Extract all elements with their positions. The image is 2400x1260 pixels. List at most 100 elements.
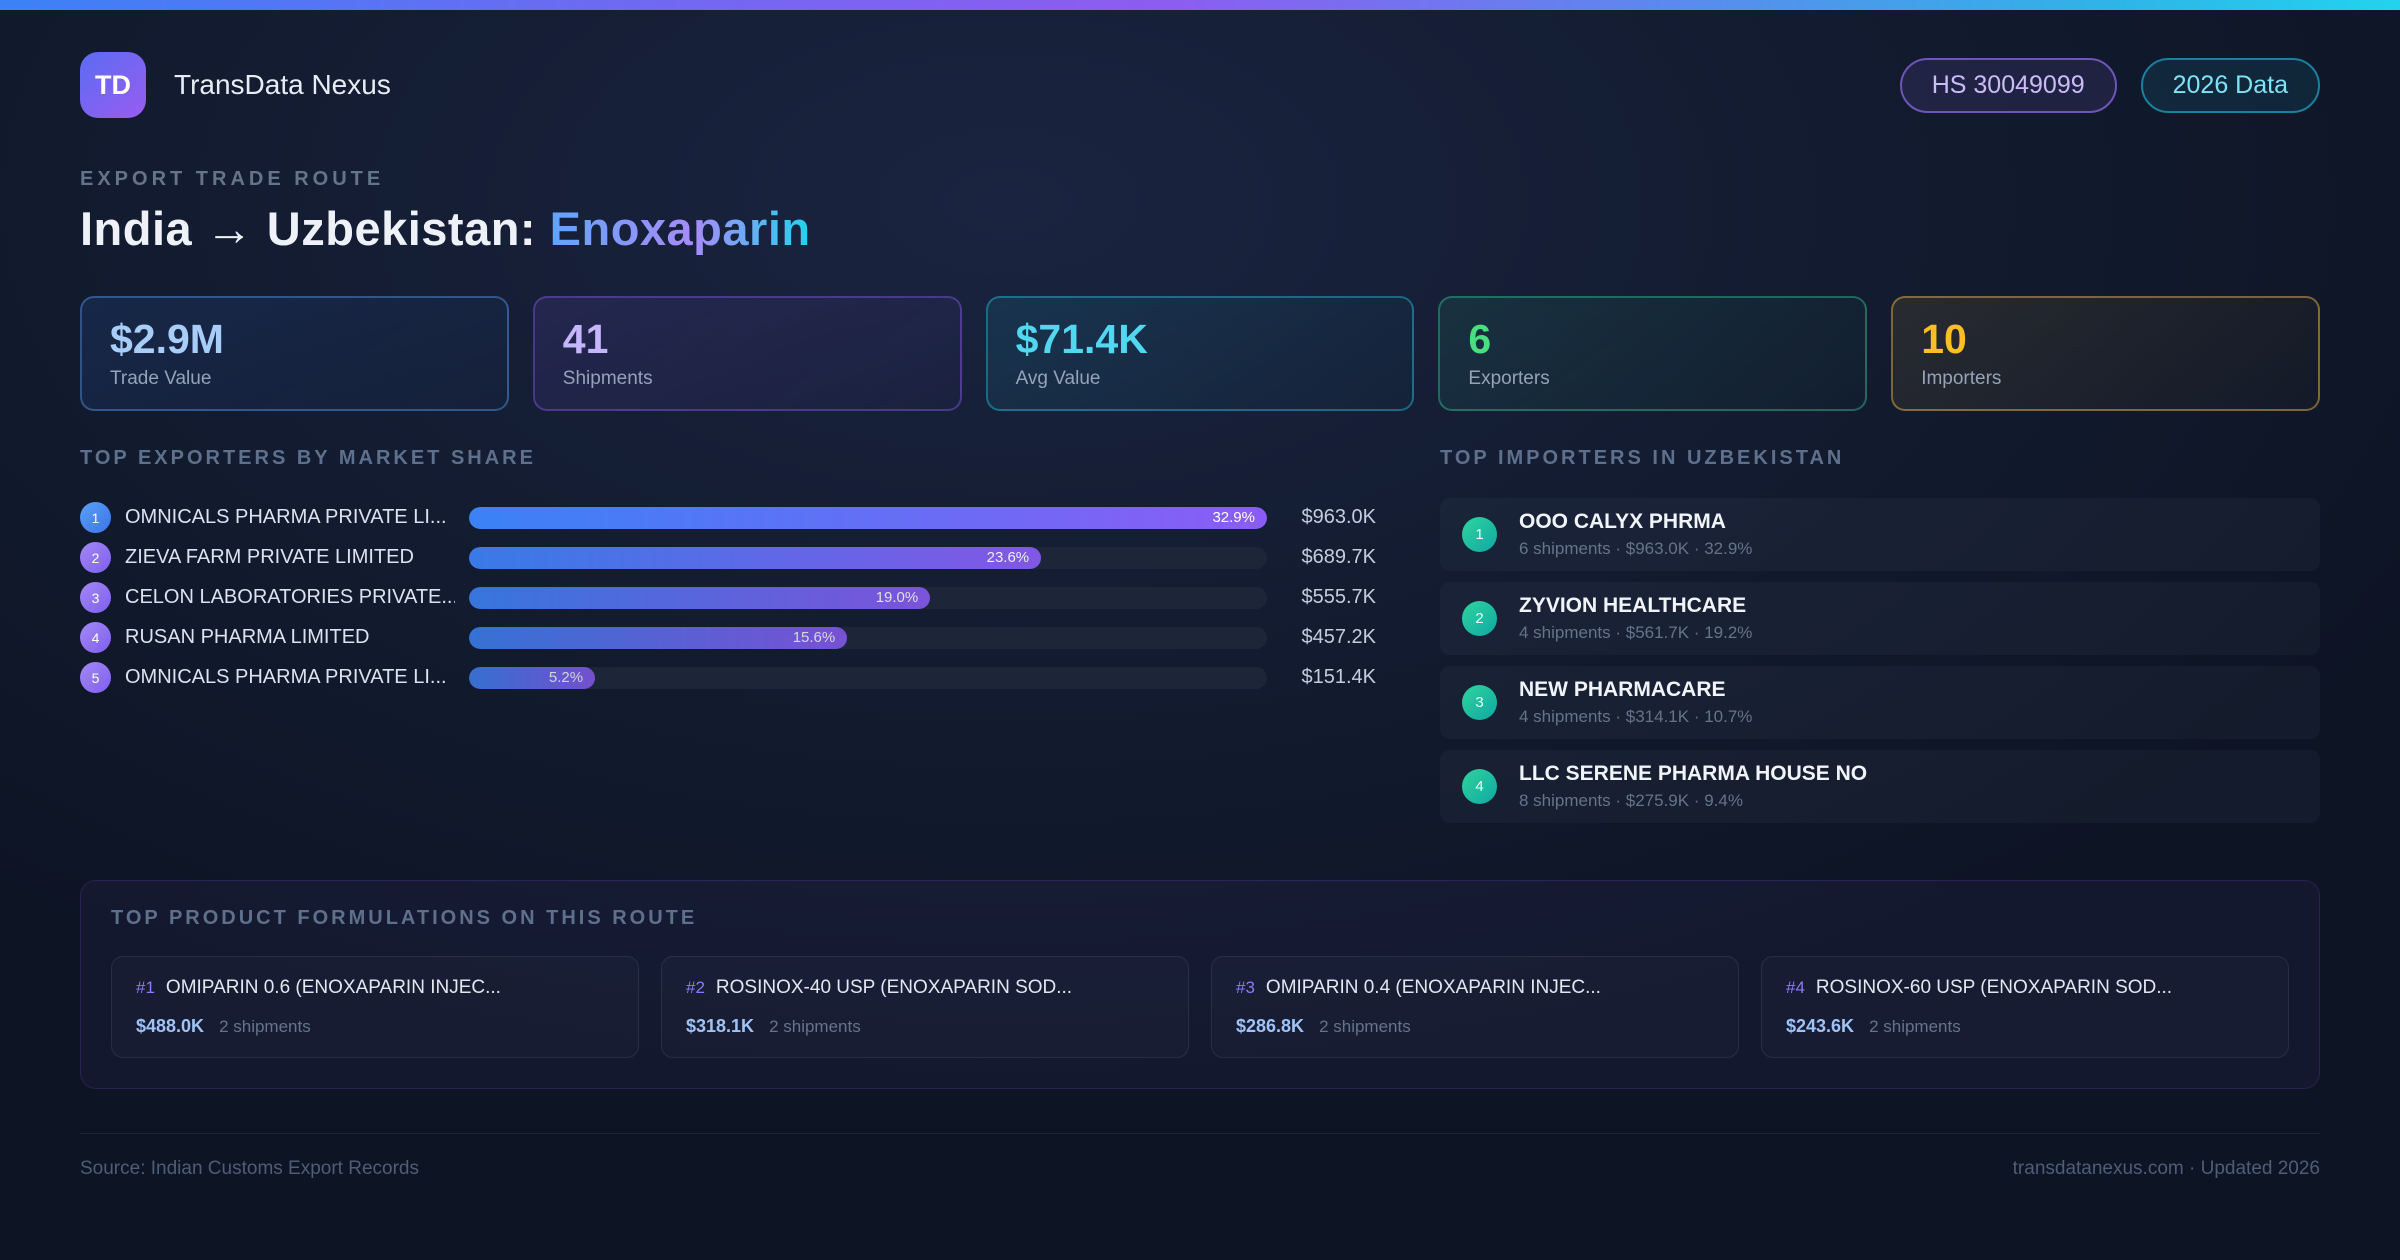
header-badges: HS 30049099 2026 Data: [1899, 57, 2320, 113]
exporter-name: RUSAN PHARMA LIMITED: [125, 626, 370, 649]
formulation-meta: $243.6K 2 shipments: [1786, 1016, 2264, 1037]
importer-card[interactable]: 1 OOO CALYX PHRMA 6 shipments · $963.0K …: [1440, 497, 2320, 571]
formulation-value: $318.1K: [686, 1015, 755, 1036]
importer-card[interactable]: 4 LLC SERENE PHARMA HOUSE NO 8 shipments…: [1440, 749, 2320, 823]
formulation-meta: $488.0K 2 shipments: [136, 1016, 614, 1037]
footer-site: transdatanexus.com · Updated 2026: [2012, 1157, 2320, 1179]
formulation-rank: #3: [1236, 977, 1255, 997]
formulation-shipments: 2 shipments: [1319, 1016, 1411, 1036]
formulation-name: ROSINOX-60 USP (ENOXAPARIN SOD...: [1815, 976, 2173, 998]
rank-badge: 3: [1462, 684, 1497, 720]
stat-card-shipments: 41 Shipments: [532, 296, 962, 411]
stat-card-importers: 10 Importers: [1891, 296, 2320, 411]
market-share-bar-track: 32.9%: [469, 506, 1267, 529]
eyebrow-label: EXPORT TRADE ROUTE: [80, 168, 385, 190]
market-share-percent: 15.6%: [792, 629, 836, 647]
stat-label: Exporters: [1468, 367, 1550, 389]
rank-badge: 4: [80, 622, 111, 654]
brand-home-link[interactable]: TD TransData Nexus: [80, 52, 391, 118]
exporter-row[interactable]: 1 OMNICALS PHARMA PRIVATE LI... 32.9% $9…: [80, 498, 1376, 538]
formulation-title: #1 OMIPARIN 0.6 (ENOXAPARIN INJEC...: [136, 977, 614, 999]
formulation-shipments: 2 shipments: [769, 1016, 861, 1036]
exporters-section: TOP EXPORTERS BY MARKET SHARE 1 OMNICALS…: [80, 447, 1376, 698]
formulation-card[interactable]: #3 OMIPARIN 0.4 (ENOXAPARIN INJEC... $286…: [1211, 955, 1739, 1058]
brand-name: TransData Nexus: [174, 69, 391, 100]
stat-label: Shipments: [562, 367, 653, 389]
rank-badge: 3: [80, 582, 111, 614]
market-share-percent: 23.6%: [986, 549, 1030, 567]
formulation-rank: #1: [136, 977, 155, 997]
importer-info: ZYVION HEALTHCARE 4 shipments · $561.7K …: [1519, 594, 1752, 643]
rank-badge: 2: [1462, 600, 1497, 636]
title-route: India → Uzbekistan:: [80, 202, 550, 255]
importer-info: LLC SERENE PHARMA HOUSE NO 8 shipments ·…: [1519, 762, 1867, 811]
brand-logo: TD: [80, 52, 146, 118]
market-share-percent: 5.2%: [548, 669, 584, 687]
importer-card[interactable]: 2 ZYVION HEALTHCARE 4 shipments · $561.7…: [1440, 581, 2320, 655]
formulation-name: OMIPARIN 0.6 (ENOXAPARIN INJEC...: [165, 976, 501, 998]
market-share-bar-track: 15.6%: [469, 626, 1267, 649]
market-share-bar-fill: 32.9%: [469, 506, 1267, 529]
importer-name: NEW PHARMACARE: [1519, 677, 1726, 701]
formulation-rank: #4: [1786, 977, 1805, 997]
stat-label: Avg Value: [1015, 367, 1101, 389]
footer-source: Source: Indian Customs Export Records: [80, 1157, 419, 1179]
stat-value: $71.4K: [1015, 316, 1148, 362]
stat-label: Importers: [1921, 367, 2002, 389]
importer-name: OOO CALYX PHRMA: [1519, 509, 1726, 533]
formulation-card[interactable]: #4 ROSINOX-60 USP (ENOXAPARIN SOD... $243…: [1761, 955, 2289, 1058]
market-share-bar-track: 5.2%: [469, 666, 1267, 689]
rank-badge: 4: [1462, 768, 1497, 804]
formulations-panel: TOP PRODUCT FORMULATIONS ON THIS ROUTE #…: [80, 879, 2320, 1089]
header: TD TransData Nexus HS 30049099 2026 Data: [80, 52, 2320, 118]
exporter-row[interactable]: 2 ZIEVA FARM PRIVATE LIMITED 23.6% $689.…: [80, 538, 1376, 578]
formulation-card[interactable]: #1 OMIPARIN 0.6 (ENOXAPARIN INJEC... $488…: [111, 955, 639, 1058]
formulation-value: $286.8K: [1236, 1015, 1305, 1036]
formulation-value: $243.6K: [1786, 1015, 1855, 1036]
formulation-card[interactable]: #2 ROSINOX-40 USP (ENOXAPARIN SOD... $318…: [661, 955, 1189, 1058]
formulation-name: ROSINOX-40 USP (ENOXAPARIN SOD...: [715, 976, 1073, 998]
rank-badge: 1: [1462, 516, 1497, 552]
formulation-rank: #2: [686, 977, 705, 997]
importer-info: NEW PHARMACARE 4 shipments · $314.1K · 1…: [1519, 678, 1752, 727]
market-share-percent: 32.9%: [1212, 509, 1255, 527]
importer-card[interactable]: 3 NEW PHARMACARE 4 shipments · $314.1K ·…: [1440, 665, 2320, 739]
market-share-bar-track: 23.6%: [469, 546, 1267, 569]
stat-card-trade-value: $2.9M Trade Value: [80, 296, 509, 411]
accent-gradient-bar: [0, 0, 2400, 10]
formulation-shipments: 2 shipments: [219, 1016, 311, 1036]
formulation-title: #3 OMIPARIN 0.4 (ENOXAPARIN INJEC...: [1236, 977, 1714, 999]
importers-section: TOP IMPORTERS IN UZBEKISTAN 1 OOO CALYX …: [1440, 447, 2320, 834]
importer-meta: 4 shipments · $561.7K · 19.2%: [1519, 622, 1753, 642]
exporter-value: $151.4K: [1301, 666, 1376, 689]
rank-badge: 5: [80, 662, 111, 694]
title-product: Enoxaparin: [549, 202, 811, 255]
exporter-name: OMNICALS PHARMA PRIVATE LI...: [125, 666, 447, 689]
importer-name: LLC SERENE PHARMA HOUSE NO: [1519, 761, 1868, 785]
formulation-shipments: 2 shipments: [1869, 1016, 1961, 1036]
importer-meta: 4 shipments · $314.1K · 10.7%: [1519, 706, 1753, 726]
exporter-row[interactable]: 4 RUSAN PHARMA LIMITED 15.6% $457.2K: [80, 618, 1376, 658]
formulations-cards: #1 OMIPARIN 0.6 (ENOXAPARIN INJEC... $488…: [111, 955, 2289, 1058]
formulations-heading: TOP PRODUCT FORMULATIONS ON THIS ROUTE: [111, 906, 698, 929]
market-share-percent: 19.0%: [875, 589, 919, 607]
formulation-title: #2 ROSINOX-40 USP (ENOXAPARIN SOD...: [686, 977, 1164, 999]
stat-card-exporters: 6 Exporters: [1438, 296, 1868, 411]
hs-code-badge[interactable]: HS 30049099: [1899, 57, 2117, 113]
exporter-value: $963.0K: [1301, 506, 1376, 529]
exporter-row[interactable]: 5 OMNICALS PHARMA PRIVATE LI... 5.2% $15…: [80, 658, 1376, 698]
footer: Source: Indian Customs Export Records tr…: [80, 1132, 2320, 1180]
importer-meta: 6 shipments · $963.0K · 32.9%: [1519, 538, 1753, 558]
stats-row: $2.9M Trade Value 41 Shipments $71.4K Av…: [80, 296, 2320, 411]
exporter-row[interactable]: 3 CELON LABORATORIES PRIVATE... 19.0% $5…: [80, 578, 1376, 618]
data-year-badge[interactable]: 2026 Data: [2140, 57, 2320, 113]
rank-badge: 2: [80, 542, 111, 574]
page-container: TD TransData Nexus HS 30049099 2026 Data…: [0, 52, 2400, 1180]
main-columns: TOP EXPORTERS BY MARKET SHARE 1 OMNICALS…: [80, 447, 2320, 834]
market-share-bar-fill: 15.6%: [469, 626, 848, 649]
rank-badge: 1: [80, 502, 111, 534]
stat-value: 10: [1921, 316, 1967, 362]
market-share-bar-fill: 23.6%: [469, 546, 1042, 569]
exporter-value: $689.7K: [1301, 546, 1376, 569]
importer-meta: 8 shipments · $275.9K · 9.4%: [1519, 790, 1743, 810]
